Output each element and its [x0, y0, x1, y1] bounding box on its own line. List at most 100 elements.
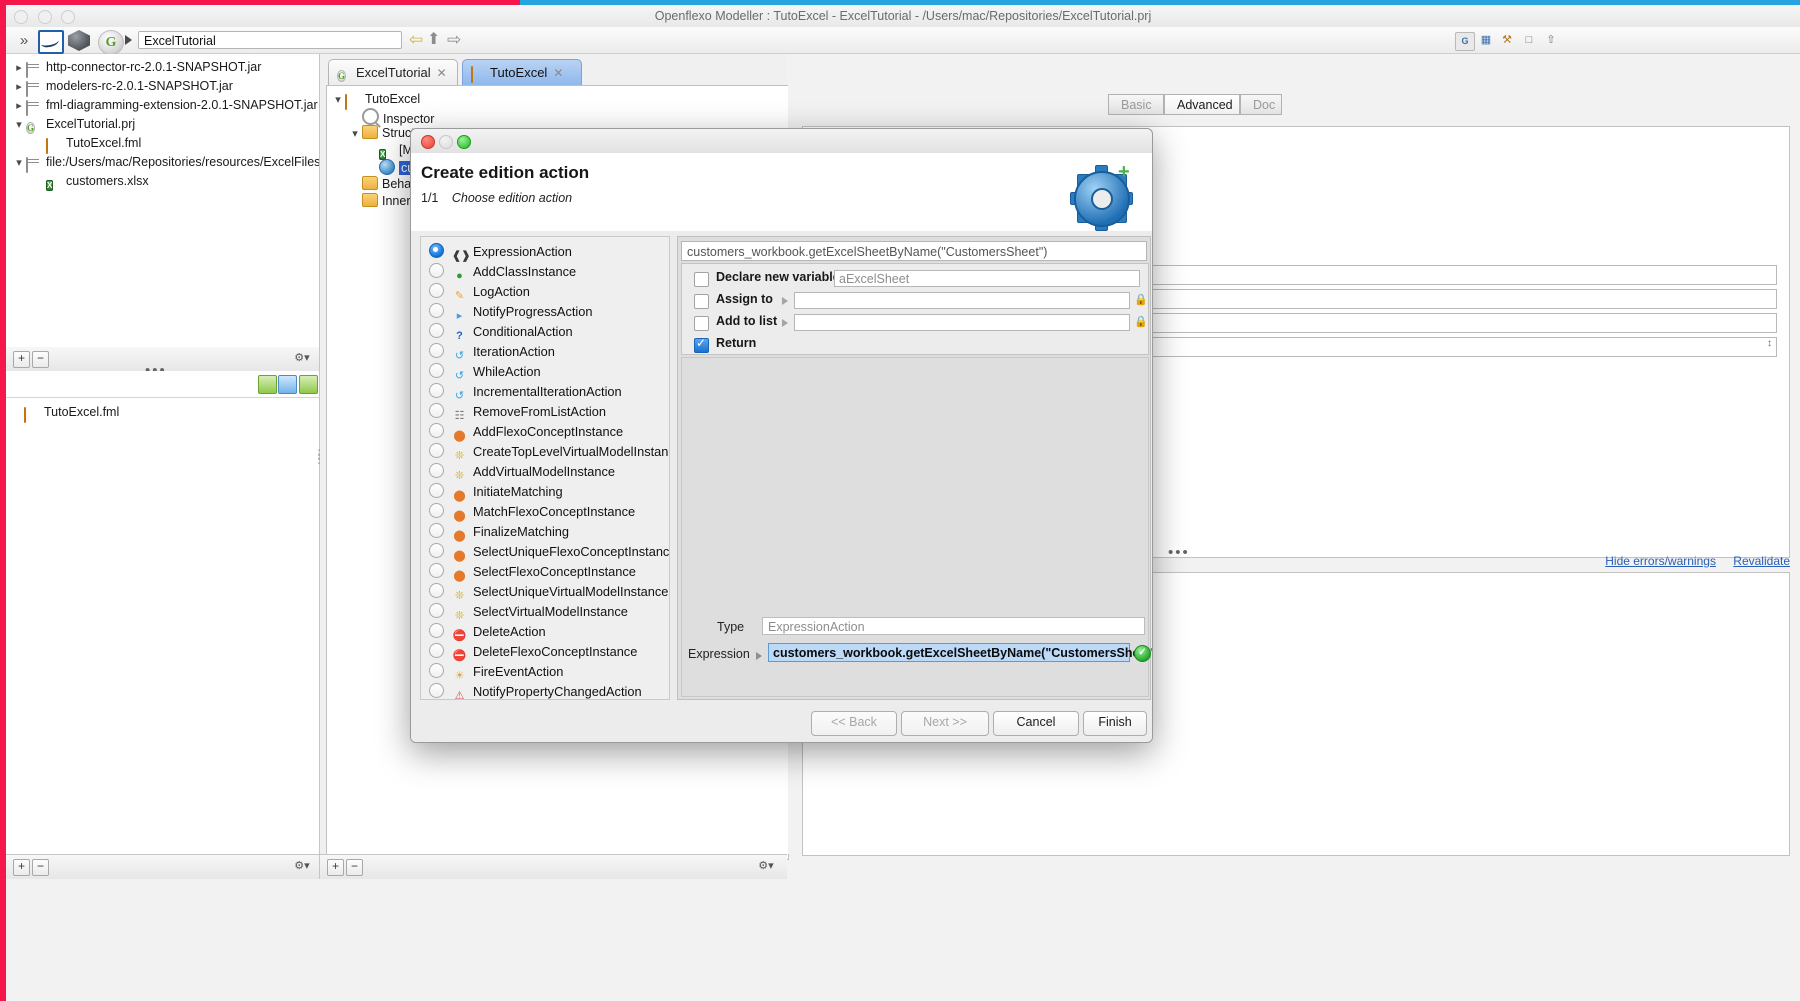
- dialog-close-button[interactable]: [421, 135, 435, 149]
- action-option-selectuniqueflexoconceptinstance[interactable]: ⬤ SelectUniqueFlexoConceptInstance: [421, 542, 669, 562]
- action-option-conditionalaction[interactable]: ? ConditionalAction: [421, 322, 669, 342]
- radio-button[interactable]: [429, 523, 444, 538]
- resource-tree-row[interactable]: TutoExcel.fml: [6, 134, 319, 154]
- model-tree-row[interactable]: Inspector: [327, 108, 788, 126]
- action-option-selectvirtualmodelinstance[interactable]: ❊ SelectVirtualModelInstance: [421, 602, 669, 622]
- radio-button[interactable]: [429, 543, 444, 558]
- close-icon[interactable]: ✕: [553, 66, 563, 80]
- tab-basic[interactable]: Basic: [1108, 94, 1164, 115]
- radio-button[interactable]: [429, 383, 444, 398]
- action-option-selectuniquevirtualmodelinstance[interactable]: ❊ SelectUniqueVirtualModelInstance: [421, 582, 669, 602]
- radio-button[interactable]: [429, 583, 444, 598]
- fml-file-list[interactable]: TutoExcel.fml: [6, 398, 319, 423]
- path-input[interactable]: ExcelTutorial: [138, 31, 402, 49]
- action-option-selectflexoconceptinstance[interactable]: ⬤ SelectFlexoConceptInstance: [421, 562, 669, 582]
- tab-tutoexcel[interactable]: TutoExcel ✕: [462, 59, 582, 85]
- action-option-removefromlistaction[interactable]: ☷ RemoveFromListAction: [421, 402, 669, 422]
- lock-icon[interactable]: 🔒: [1134, 293, 1148, 307]
- action-option-deleteflexoconceptinstance[interactable]: ⛔ DeleteFlexoConceptInstance: [421, 642, 669, 662]
- twisty-icon[interactable]: ▾: [348, 126, 362, 143]
- inspector-divider-handle[interactable]: •••: [1168, 544, 1190, 561]
- radio-button[interactable]: [429, 503, 444, 518]
- twisty-icon[interactable]: ▾: [12, 154, 26, 173]
- twisty-icon[interactable]: ▾: [331, 92, 345, 109]
- radio-button[interactable]: [429, 443, 444, 458]
- add-element-button[interactable]: +: [327, 859, 344, 876]
- inspector-field-1[interactable]: [1075, 265, 1777, 285]
- radio-button[interactable]: [429, 563, 444, 578]
- action-option-notifyprogressaction[interactable]: ▸ NotifyProgressAction: [421, 302, 669, 322]
- remove-resource-button[interactable]: −: [32, 351, 49, 368]
- chevron-right-icon[interactable]: [782, 319, 788, 327]
- hide-errors-link[interactable]: Hide errors/warnings: [1605, 554, 1716, 568]
- gear-icon[interactable]: ⚙▾: [755, 859, 777, 874]
- tree-view-icon[interactable]: [278, 375, 297, 394]
- radio-button[interactable]: [429, 343, 444, 358]
- back-arrow-icon[interactable]: ⇦: [409, 31, 427, 48]
- diagram-icon[interactable]: ⚒: [1498, 32, 1516, 49]
- action-option-logaction[interactable]: ✎ LogAction: [421, 282, 669, 302]
- lock-icon[interactable]: 🔒: [1134, 315, 1148, 329]
- finish-button[interactable]: Finish: [1083, 711, 1147, 736]
- action-option-matchflexoconceptinstance[interactable]: ⬤ MatchFlexoConceptInstance: [421, 502, 669, 522]
- radio-button[interactable]: [429, 643, 444, 658]
- double-chevron-down-icon[interactable]: »: [12, 30, 36, 52]
- action-option-iterationaction[interactable]: ↺ IterationAction: [421, 342, 669, 362]
- action-option-addflexoconceptinstance[interactable]: ⬤ AddFlexoConceptInstance: [421, 422, 669, 442]
- action-option-addvirtualmodelinstance[interactable]: ❊ AddVirtualModelInstance: [421, 462, 669, 482]
- radio-button[interactable]: [429, 283, 444, 298]
- radio-button[interactable]: [429, 483, 444, 498]
- add-to-list-input[interactable]: [794, 314, 1130, 331]
- grid-icon[interactable]: G: [1455, 32, 1475, 51]
- checkbox-assign-to[interactable]: [694, 294, 709, 309]
- action-option-fireeventaction[interactable]: ☀ FireEventAction: [421, 662, 669, 682]
- table-icon[interactable]: ▦: [1477, 32, 1495, 49]
- declare-variable-input[interactable]: aExcelSheet: [834, 270, 1140, 287]
- radio-button[interactable]: [429, 323, 444, 338]
- assign-to-input[interactable]: [794, 292, 1130, 309]
- add-fml-button[interactable]: +: [13, 859, 30, 876]
- action-option-incrementaliterationaction[interactable]: ↺ IncrementalIterationAction: [421, 382, 669, 402]
- action-option-createtoplevelvirtualmodelinstance[interactable]: ❊ CreateTopLevelVirtualModelInstance: [421, 442, 669, 462]
- chevron-right-icon[interactable]: [782, 297, 788, 305]
- revalidate-link[interactable]: Revalidate: [1733, 554, 1790, 568]
- radio-button[interactable]: [429, 623, 444, 638]
- tab-doc[interactable]: Doc: [1240, 94, 1282, 115]
- expression-expand-icon[interactable]: [756, 652, 762, 660]
- resource-tree-row[interactable]: ▸ fml-diagramming-extension-2.0.1-SNAPSHO…: [6, 96, 319, 116]
- resource-tree-row[interactable]: ▾ G ExcelTutorial.prj: [6, 115, 319, 134]
- twisty-icon[interactable]: ▸: [12, 78, 26, 97]
- list-view-icon[interactable]: [299, 375, 318, 394]
- action-option-deleteaction[interactable]: ⛔ DeleteAction: [421, 622, 669, 642]
- radio-button[interactable]: [429, 603, 444, 618]
- model-tree-row[interactable]: ▾ TutoExcel: [327, 91, 788, 110]
- action-option-notifypropertychangedaction[interactable]: ⚠ NotifyPropertyChangedAction: [421, 682, 669, 699]
- action-option-expressionaction[interactable]: ❰❱ ExpressionAction: [421, 242, 669, 262]
- radio-button[interactable]: [429, 303, 444, 318]
- twisty-icon[interactable]: ▾: [12, 116, 26, 135]
- remove-element-button[interactable]: −: [346, 859, 363, 876]
- cube-logo-icon[interactable]: [68, 30, 92, 52]
- resource-tree-row[interactable]: ▸ http-connector-rc-2.0.1-SNAPSHOT.jar: [6, 58, 319, 78]
- gear-icon[interactable]: ⚙▾: [291, 351, 313, 366]
- resource-tree-row[interactable]: ▾ file:/Users/mac/Repositories/resources/…: [6, 153, 319, 173]
- checkbox-declare-new-variable[interactable]: [694, 272, 709, 287]
- expression-input[interactable]: customers_workbook.getExcelSheetByName("…: [768, 643, 1152, 662]
- project-logo-icon[interactable]: G: [98, 30, 124, 55]
- close-icon[interactable]: ✕: [437, 66, 447, 80]
- checkbox-add-to-list[interactable]: [694, 316, 709, 331]
- openflexo-logo-icon[interactable]: [38, 30, 64, 54]
- radio-button[interactable]: [429, 263, 444, 278]
- resource-tree-row[interactable]: Xcustomers.xlsx: [6, 172, 319, 191]
- create-edition-action-dialog[interactable]: Create edition action 1/1 Choose edition…: [410, 128, 1153, 743]
- remove-fml-button[interactable]: −: [32, 859, 49, 876]
- twisty-icon[interactable]: ▸: [12, 97, 26, 116]
- collapse-icon[interactable]: ⇧: [1542, 32, 1560, 49]
- resource-tree-row[interactable]: ▸ modelers-rc-2.0.1-SNAPSHOT.jar: [6, 77, 319, 97]
- dialog-minimize-button[interactable]: [439, 135, 453, 149]
- list-item[interactable]: TutoExcel.fml: [6, 403, 319, 423]
- add-resource-button[interactable]: +: [13, 351, 30, 368]
- inspector-field-2[interactable]: [1075, 289, 1777, 309]
- radio-button[interactable]: [429, 683, 444, 698]
- gear-icon[interactable]: ⚙▾: [291, 859, 313, 874]
